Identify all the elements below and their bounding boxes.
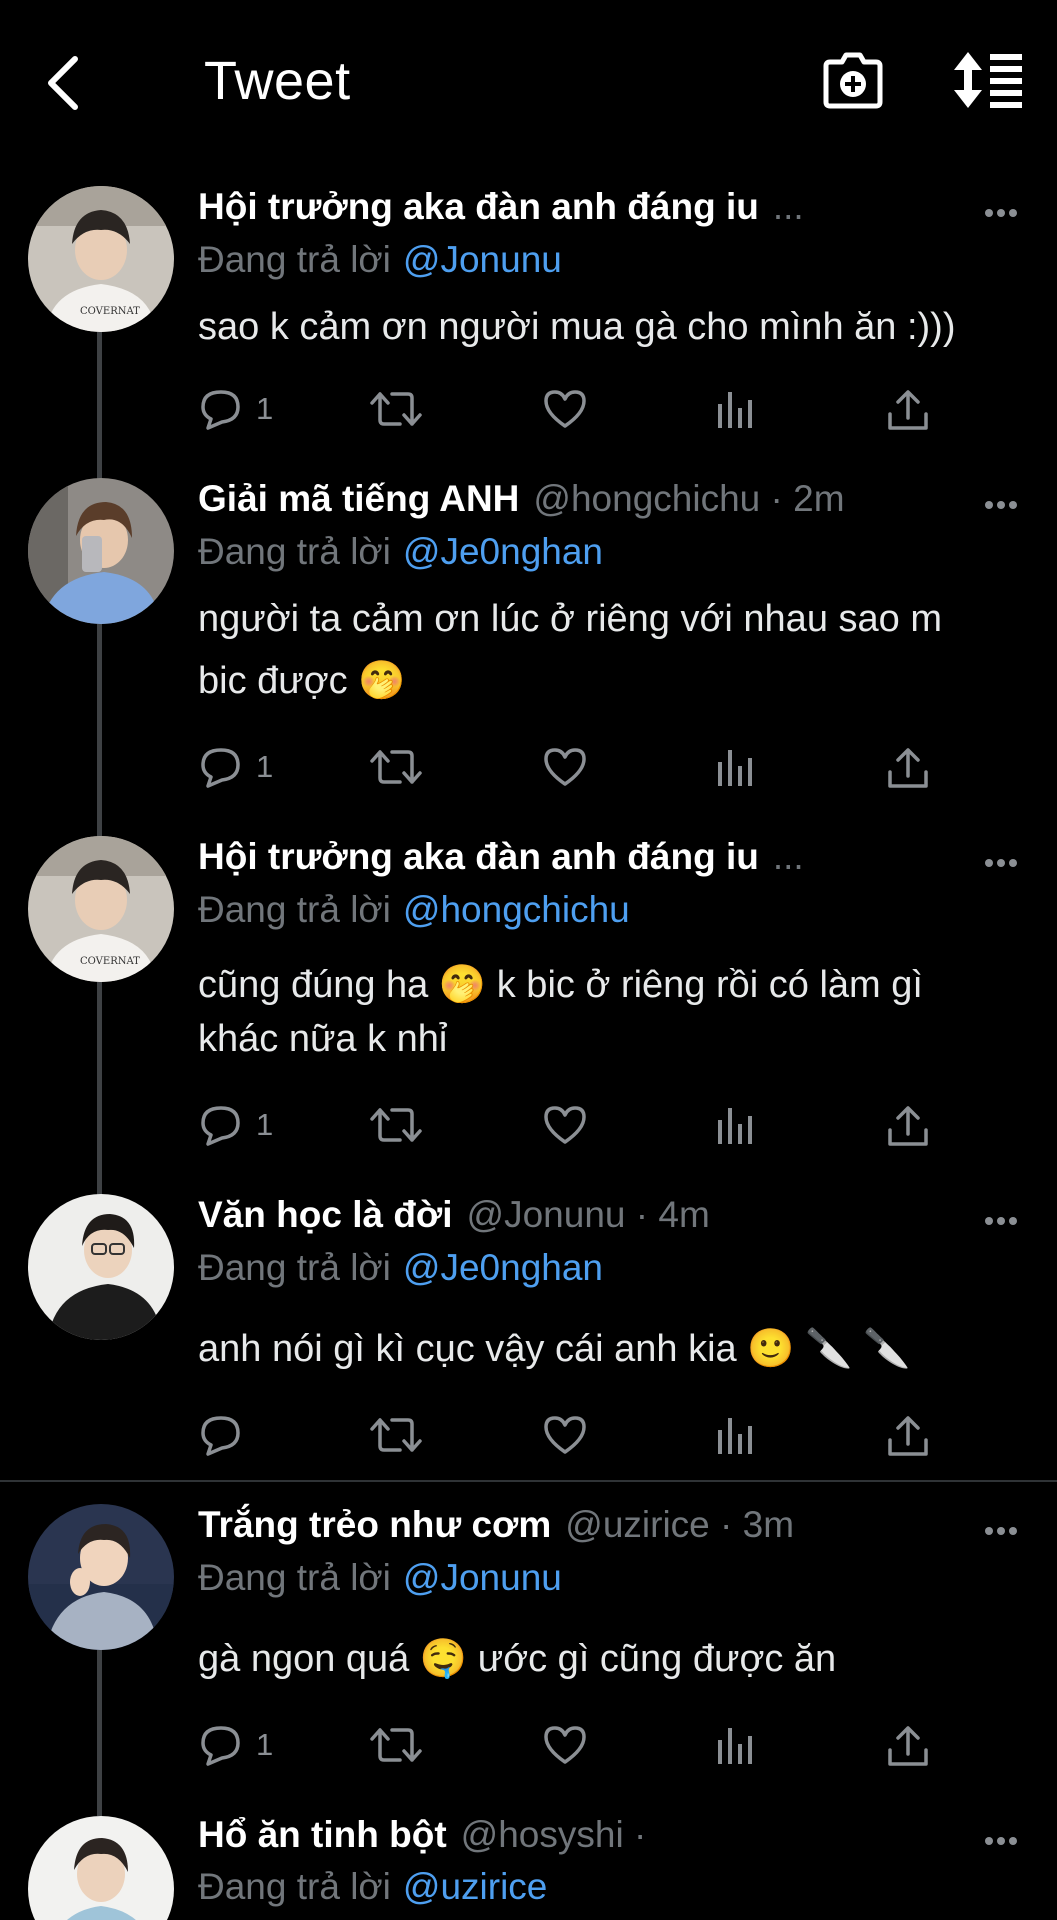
avatar[interactable] bbox=[28, 1816, 174, 1920]
tweet-header: Hổ ăn tinh bột @hosyshi · bbox=[198, 1814, 646, 1864]
more-options-button[interactable] bbox=[976, 1826, 1026, 1856]
display-name[interactable]: Hổ ăn tinh bột bbox=[198, 1814, 447, 1856]
replying-to: Đang trả lời @uzirice bbox=[198, 1866, 547, 1908]
mention-link[interactable]: @uzirice bbox=[403, 1866, 547, 1907]
tweet-item[interactable]: Hổ ăn tinh bột @hosyshi · Đang trả lời @u… bbox=[0, 0, 1057, 1920]
more-dot-icon bbox=[985, 1837, 993, 1845]
handle-time: @hosyshi · bbox=[460, 1814, 647, 1855]
more-dot-icon bbox=[1009, 1837, 1017, 1845]
reply-prefix: Đang trả lời bbox=[198, 1866, 391, 1907]
more-dot-icon bbox=[997, 1837, 1005, 1845]
